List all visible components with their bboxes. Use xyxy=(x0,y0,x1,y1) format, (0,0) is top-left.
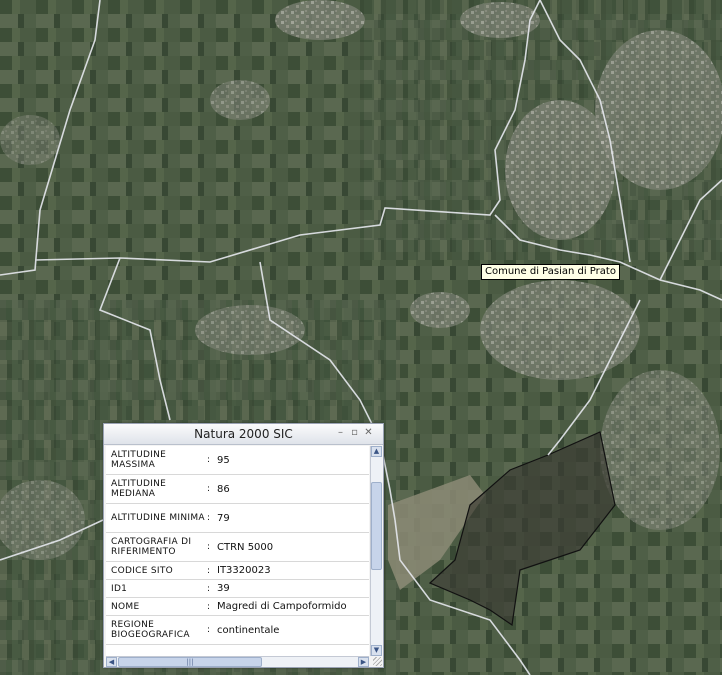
table-row: NOME : Magredi di Campoformido xyxy=(106,598,369,616)
resize-grip-icon[interactable] xyxy=(373,657,382,666)
attribute-value: 86 xyxy=(217,483,230,495)
attribute-value: CTRN 5000 xyxy=(217,541,274,553)
separator-colon: : xyxy=(207,513,211,523)
attribute-value: IT3320023 xyxy=(217,565,271,576)
horizontal-scrollbar[interactable]: ◀ ||| ▶ xyxy=(106,656,369,667)
attribute-value: 39 xyxy=(217,583,230,594)
window-titlebar[interactable]: Natura 2000 SIC – ▫ ✕ xyxy=(104,424,383,445)
attribute-value: continentale xyxy=(217,624,280,636)
municipality-tooltip: Comune di Pasian di Prato xyxy=(481,264,620,280)
vertical-scroll-thumb[interactable] xyxy=(371,482,382,570)
scroll-up-icon[interactable]: ▲ xyxy=(371,446,382,457)
separator-colon: : xyxy=(207,583,211,594)
attribute-key: NOME xyxy=(111,601,140,612)
attribute-key: CARTOGRAFIA DI RIFERIMENTO xyxy=(111,537,192,557)
vertical-scrollbar[interactable]: ▲ ▼ xyxy=(370,446,382,656)
attribute-table: ALTITUDINE MASSIMA : 95 ALTITUDINE MEDIA… xyxy=(106,446,369,656)
feature-info-window[interactable]: Natura 2000 SIC – ▫ ✕ ALTITUDINE MASSIMA… xyxy=(103,423,384,668)
separator-colon: : xyxy=(207,625,211,635)
horizontal-scroll-thumb[interactable]: ||| xyxy=(118,657,262,667)
table-row: CARTOGRAFIA DI RIFERIMENTO : CTRN 5000 xyxy=(106,533,369,562)
separator-colon: : xyxy=(207,484,211,494)
table-row: ALTITUDINE MEDIANA : 86 xyxy=(106,475,369,504)
separator-colon: : xyxy=(207,542,211,552)
minimize-icon[interactable]: – xyxy=(335,427,346,438)
attribute-key: REGIONE BIOGEOGRAFICA xyxy=(111,620,190,640)
separator-colon: : xyxy=(207,455,211,465)
attribute-value: Magredi di Campoformido xyxy=(217,601,347,612)
attribute-key: ALTITUDINE MASSIMA xyxy=(111,450,167,470)
attribute-value: 79 xyxy=(217,512,230,524)
attribute-value: 95 xyxy=(217,454,230,466)
attribute-key: CODICE SITO xyxy=(111,565,174,576)
attribute-key: ALTITUDINE MEDIANA xyxy=(111,479,167,499)
table-row: ID1 : 39 xyxy=(106,580,369,598)
separator-colon: : xyxy=(207,565,211,576)
separator-colon: : xyxy=(207,601,211,612)
attribute-key: ID1 xyxy=(111,583,128,594)
close-icon[interactable]: ✕ xyxy=(363,427,374,438)
restore-icon[interactable]: ▫ xyxy=(349,427,360,438)
attribute-key: ALTITUDINE MINIMA xyxy=(111,513,205,523)
table-row: CODICE SITO : IT3320023 xyxy=(106,562,369,580)
scroll-down-icon[interactable]: ▼ xyxy=(371,645,382,656)
table-row: REGIONE BIOGEOGRAFICA : continentale xyxy=(106,616,369,645)
table-row: ALTITUDINE MINIMA : 79 xyxy=(106,504,369,533)
scroll-right-icon[interactable]: ▶ xyxy=(358,657,369,667)
scroll-left-icon[interactable]: ◀ xyxy=(106,657,117,667)
table-row: ALTITUDINE MASSIMA : 95 xyxy=(106,446,369,475)
